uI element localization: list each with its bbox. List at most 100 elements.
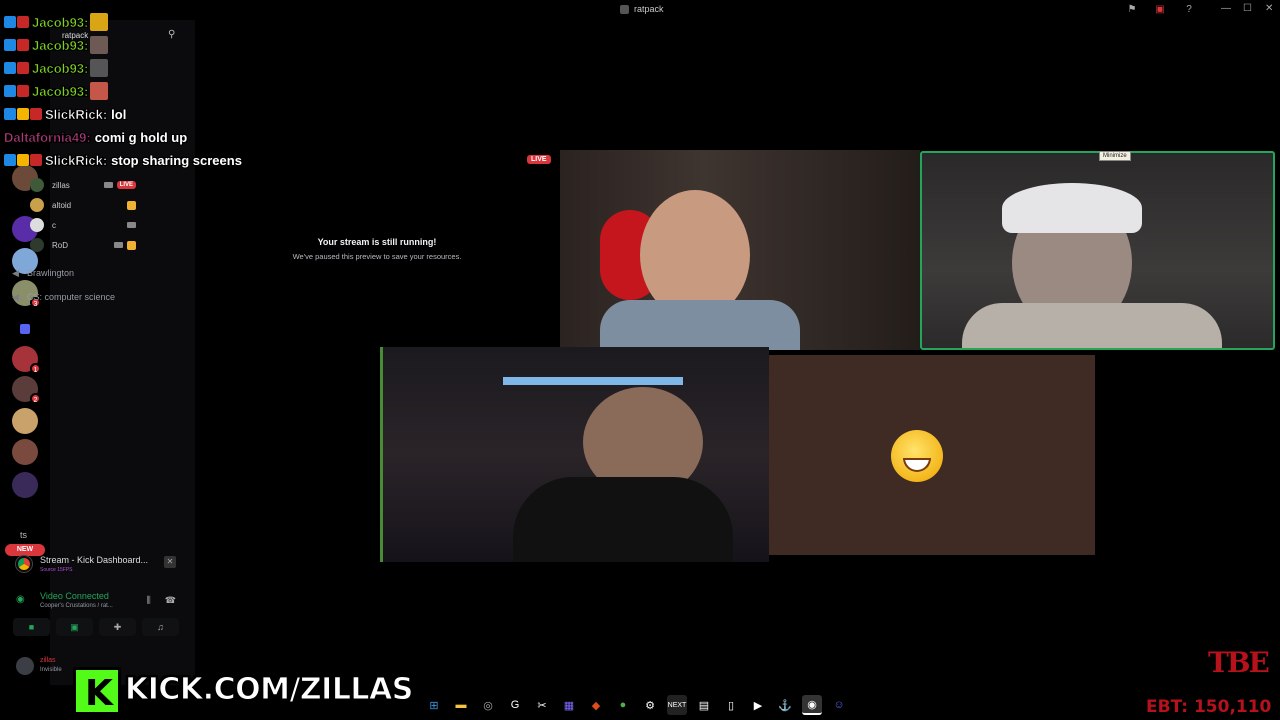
voice-user-name: c [52, 220, 56, 230]
paused-title: Your stream is still running! [317, 237, 437, 247]
voice-user-name: altoid [52, 200, 72, 210]
avatar[interactable] [16, 657, 34, 675]
emote-icon [90, 13, 109, 31]
voice-connection-panel: ◉ Video Connected Cooper's Crustations /… [8, 586, 188, 646]
video-tile[interactable] [380, 347, 769, 562]
server-icon[interactable] [12, 439, 38, 465]
badge-icon [17, 154, 29, 166]
avatar [30, 198, 44, 212]
camera-icon [127, 222, 136, 228]
chat-message: stop sharing screens [111, 152, 242, 168]
app-icon[interactable]: G [505, 695, 525, 715]
voice-user-name: zillas [52, 180, 70, 190]
badge-icon [4, 16, 16, 28]
channel-name: Brawlington [27, 268, 75, 278]
badge-icon [17, 85, 29, 97]
chat-line: SlickRick: lol [4, 104, 126, 124]
badge-icon [4, 108, 16, 120]
avatar [30, 178, 44, 192]
window-title-text: ratpack [634, 4, 664, 14]
brave-icon[interactable]: ◆ [586, 695, 606, 715]
flag-icon[interactable]: ⚑ [1126, 4, 1138, 16]
channel-brawlington[interactable]: ◀ Brawlington [12, 268, 74, 278]
inbox-icon[interactable]: ▣ [1154, 4, 1166, 16]
chat-line: Jacob93: [4, 35, 109, 55]
emote-icon [90, 36, 109, 54]
channel-name: CS: computer science [27, 292, 116, 302]
obs-icon[interactable]: ◉ [802, 695, 822, 715]
voice-user-name: RoD [52, 240, 69, 250]
settings-icon[interactable]: ⚙ [640, 695, 660, 715]
window-titlebar: ratpack ⚑ ▣ ? — ☐ ✕ [0, 0, 1280, 20]
server-icon[interactable] [12, 472, 38, 498]
voice-user-c[interactable]: c [30, 216, 138, 234]
chat-username: Daltafornia49: [4, 129, 91, 145]
discord-icon[interactable]: ☺ [829, 695, 849, 715]
signal-icon: ◉ [16, 594, 25, 605]
camera-icon [114, 242, 123, 248]
server-icon[interactable]: 2 [12, 376, 41, 404]
video-tile[interactable] [560, 150, 920, 350]
screen-share-button[interactable]: ▣ [56, 618, 93, 636]
chat-line: Jacob93: [4, 58, 109, 78]
disconnect-icon[interactable]: ☎ [165, 595, 176, 606]
tbe-logo: TBE [1208, 646, 1270, 679]
channel-cs[interactable]: ◀ CS: computer science [12, 292, 115, 302]
minimize-tooltip: Minimize [1099, 151, 1131, 161]
chat-username: SlickRick: [45, 106, 108, 122]
shirt-shape [962, 303, 1222, 348]
voice-user-altoid[interactable]: altoid [30, 196, 138, 214]
badge-icon [30, 154, 42, 166]
capcut-icon[interactable]: ✂ [532, 695, 552, 715]
voice-user-zillas[interactable]: zillas LIVE [30, 176, 138, 194]
video-tile-speaking[interactable] [920, 151, 1275, 350]
voice-location[interactable]: Cooper's Crustations / rat... [40, 603, 113, 609]
voice-action-row: ■ ▣ ✚ ♫ [8, 618, 188, 636]
folder-icon[interactable] [12, 316, 38, 342]
server-icon[interactable] [12, 408, 38, 434]
laughing-emoji-avatar [891, 430, 943, 482]
add-member-icon[interactable]: ⚲ [168, 29, 175, 40]
paused-stream-notice[interactable]: Your stream is still running! We've paus… [272, 237, 482, 261]
voice-status[interactable]: Video Connected [40, 591, 109, 601]
emote-icon [90, 59, 109, 77]
noise-suppression-icon[interactable]: ⫼ [147, 595, 151, 606]
grid-app-icon[interactable]: ▦ [559, 695, 579, 715]
browser-icon[interactable]: ◎ [478, 695, 498, 715]
shirt-shape [513, 477, 733, 562]
maximize-window-icon[interactable]: ☐ [1243, 3, 1252, 14]
close-window-icon[interactable]: ✕ [1265, 3, 1273, 14]
streaming-icon [127, 240, 136, 250]
badge-icon [17, 62, 29, 74]
activities-button[interactable]: ✚ [99, 618, 136, 636]
badge-icon [17, 16, 29, 28]
server-icon[interactable]: 1 [12, 346, 41, 374]
stop-stream-icon[interactable]: ✕ [164, 556, 176, 568]
chat-username: Jacob93: [32, 60, 89, 76]
badge-icon [4, 85, 16, 97]
chrome-icon[interactable]: ● [613, 695, 633, 715]
notepad-icon[interactable]: ▯ [721, 695, 741, 715]
minimize-window-icon[interactable]: — [1221, 3, 1231, 14]
next-app-icon[interactable]: NEXT [667, 695, 687, 715]
terminal-icon[interactable]: ▤ [694, 695, 714, 715]
steam-icon[interactable]: ⚓ [775, 695, 795, 715]
chat-line: Daltafornia49: comi g hold up [4, 127, 187, 147]
kick-logo: K [73, 667, 121, 715]
camera-button[interactable]: ■ [13, 618, 50, 636]
emote-icon [90, 82, 109, 100]
start-icon[interactable]: ⊞ [424, 695, 444, 715]
media-player-icon[interactable]: ▶ [748, 695, 768, 715]
username[interactable]: zillas [40, 657, 56, 664]
headset-shape [1002, 183, 1142, 233]
chrome-icon [16, 556, 32, 572]
file-explorer-icon[interactable]: ▬ [451, 695, 471, 715]
help-icon[interactable]: ? [1183, 4, 1195, 16]
chat-username: Jacob93: [32, 14, 89, 30]
folder-label[interactable]: ts [20, 530, 27, 540]
stream-title: Stream - Kick Dashboard... [40, 555, 149, 565]
soundboard-button[interactable]: ♫ [142, 618, 179, 636]
chat-username: Jacob93: [32, 83, 89, 99]
badge-icon [4, 39, 16, 51]
voice-user-rod[interactable]: RoD [30, 236, 138, 254]
